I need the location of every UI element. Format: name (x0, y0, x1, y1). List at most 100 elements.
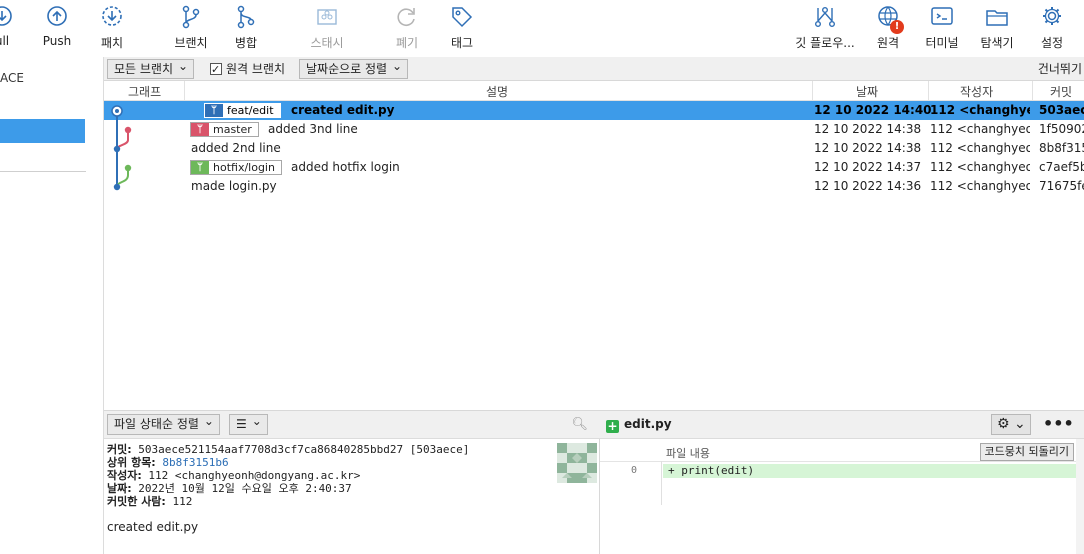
search-icon[interactable]: 🔍︎ (571, 417, 588, 432)
author-value: 112 <changhyeonh@dongyang.ac.kr> (148, 469, 361, 482)
added-file-icon: + (606, 419, 619, 433)
patch-icon (102, 6, 122, 26)
commit-row[interactable]: made login.py 12 10 2022 14:36 112 <chan… (104, 177, 1084, 196)
graph-node (124, 126, 132, 134)
diff-divider (600, 461, 1084, 462)
committer-value: 112 (172, 495, 193, 508)
branch-icon: ᛘ (191, 123, 209, 136)
settings-label: 설정 (1040, 36, 1064, 50)
avatar (557, 443, 597, 483)
sidebar-selected-item[interactable] (0, 119, 85, 143)
branch-tag-label: master (213, 123, 252, 136)
skip-button[interactable]: 건너뛰기 (1038, 57, 1082, 81)
commit-row[interactable]: ᛘ master added 3nd line 12 10 2022 14:38 … (104, 120, 1084, 139)
more-options-icon[interactable]: ••• (1043, 414, 1074, 433)
merge-icon (237, 5, 255, 29)
commit-author: 112 <changhyeon (930, 122, 1030, 136)
branch-tag-label: hotfix/login (213, 161, 275, 174)
parent-link[interactable]: 8b8f3151b6 (162, 456, 228, 469)
commit-column-header: 그래프 설명 날짜 작성자 커밋 (104, 81, 1084, 101)
tag-label: 태그 (450, 36, 474, 50)
graph-node (113, 145, 121, 153)
graph-line-hotfix (116, 168, 129, 188)
graph-column-header[interactable]: 그래프 (128, 83, 161, 100)
stash-icon (317, 9, 337, 25)
commit-date: 12 10 2022 14:36 (814, 179, 922, 193)
commit-author: 112 <changhyeon (930, 179, 1030, 193)
patch-label: 패치 (100, 36, 124, 50)
stash-button[interactable]: 스태시 (297, 4, 357, 54)
date-value: 2022년 10월 12일 수요일 오후 2:40:37 (138, 482, 352, 495)
file-pane-toolbar: 파일 상태순 정렬 ☰ 🔍︎ (104, 411, 600, 439)
branch-tag-master[interactable]: ᛘ master (190, 122, 259, 137)
gitflow-button[interactable]: 깃 플로우... (795, 4, 855, 54)
branch-tag-feat-edit[interactable]: ᛘ feat/edit (204, 103, 281, 118)
explorer-button[interactable]: 탐색기 (967, 4, 1027, 54)
column-separator[interactable] (1032, 81, 1033, 101)
column-separator[interactable] (928, 81, 929, 101)
revert-hunk-button[interactable]: 코드뭉치 되돌리기 (979, 443, 1074, 461)
stash-label: 스태시 (310, 36, 344, 50)
commit-message: created edit.py (291, 103, 395, 117)
commit-row[interactable]: added 2nd line 12 10 2022 14:38 112 <cha… (104, 139, 1084, 158)
checkbox-checked-icon[interactable] (210, 60, 222, 80)
remote-button[interactable]: ! 원격 (858, 4, 918, 54)
diff-added-line[interactable]: + print(edit) (663, 464, 1076, 478)
toolbar: ull Push 패치 브랜치 병합 스태시 폐기 태그 (0, 0, 1084, 57)
explorer-label: 탐색기 (980, 36, 1014, 50)
terminal-button[interactable]: 터미널 (912, 4, 972, 54)
date-label: 날짜: (107, 482, 132, 495)
tag-icon (452, 7, 473, 28)
merge-label: 병합 (234, 36, 258, 50)
line-number-gutter: 0 (600, 461, 662, 505)
author-column-header[interactable]: 작성자 (960, 83, 993, 100)
diff-toolbar: + edit.py ⚙ ⌄ ••• (600, 411, 1084, 439)
graph-node-head-dot (115, 109, 119, 113)
workspace-header[interactable]: ACE (0, 71, 24, 85)
remote-warning-badge: ! (890, 20, 904, 34)
settings-button[interactable]: 설정 (1022, 4, 1082, 54)
discard-label: 폐기 (395, 36, 419, 50)
parent-label: 상위 항목: (107, 456, 156, 469)
commit-date: 12 10 2022 14:38 (814, 141, 922, 155)
discard-button[interactable]: 폐기 (377, 4, 437, 54)
commit-hash: c7aef5b (1039, 160, 1084, 174)
push-button[interactable]: Push (27, 4, 87, 54)
diff-scrollbar[interactable] (1076, 439, 1084, 554)
description-column-header[interactable]: 설명 (486, 83, 508, 100)
tag-button[interactable]: 태그 (432, 4, 492, 54)
column-separator[interactable] (184, 81, 185, 101)
sort-dropdown[interactable]: 날짜순으로 정렬 (299, 57, 409, 79)
author-label: 작성자: (107, 469, 142, 482)
commit-row[interactable]: ᛘ hotfix/login added hotfix login 12 10 2… (104, 158, 1084, 177)
sourcetree-window: ull Push 패치 브랜치 병합 스태시 폐기 태그 (0, 0, 1084, 554)
gear-icon: ⚙ (997, 416, 1010, 432)
detail-committer: 커밋한 사람: 112 (107, 495, 469, 508)
merge-button[interactable]: 병합 (216, 4, 276, 54)
branch-button[interactable]: 브랜치 (161, 4, 221, 54)
commit-hash: 503aece (1039, 103, 1084, 117)
commit-row[interactable]: ᛘ feat/edit created edit.py 12 10 2022 14… (104, 101, 1084, 120)
patch-button[interactable]: 패치 (82, 4, 142, 54)
remote-branches-checkbox[interactable]: 원격 브랜치 (210, 59, 286, 80)
remote-branches-label: 원격 브랜치 (226, 62, 286, 76)
diff-options-button[interactable]: ⚙ ⌄ (991, 414, 1031, 435)
commit-sha: 503aece521154aaf7708d3cf7ca86840285bbd27… (138, 443, 470, 456)
branch-tag-hotfix-login[interactable]: ᛘ hotfix/login (190, 160, 282, 175)
identicon (557, 443, 597, 483)
commit-date: 12 10 2022 14:40 (814, 103, 932, 117)
file-sort-dropdown[interactable]: 파일 상태순 정렬 (107, 412, 220, 435)
branch-icon: ᛘ (205, 104, 223, 117)
terminal-label: 터미널 (925, 36, 959, 50)
detail-author: 작성자: 112 <changhyeonh@dongyang.ac.kr> (107, 469, 469, 482)
commit-column-header-label[interactable]: 커밋 (1050, 83, 1072, 100)
file-view-dropdown[interactable]: ☰ (229, 412, 268, 435)
branch-icon (182, 5, 200, 29)
commit-message: added 2nd line (191, 141, 281, 155)
commit-date: 12 10 2022 14:38 (814, 122, 922, 136)
commit-details-pane: 파일 상태순 정렬 ☰ 🔍︎ 커밋: 503aece521154aaf7708d… (104, 410, 600, 554)
column-separator[interactable] (812, 81, 813, 101)
date-column-header[interactable]: 날짜 (856, 83, 878, 100)
branch-filter-dropdown[interactable]: 모든 브랜치 (107, 57, 195, 79)
commit-hash: 71675fe (1039, 179, 1084, 193)
